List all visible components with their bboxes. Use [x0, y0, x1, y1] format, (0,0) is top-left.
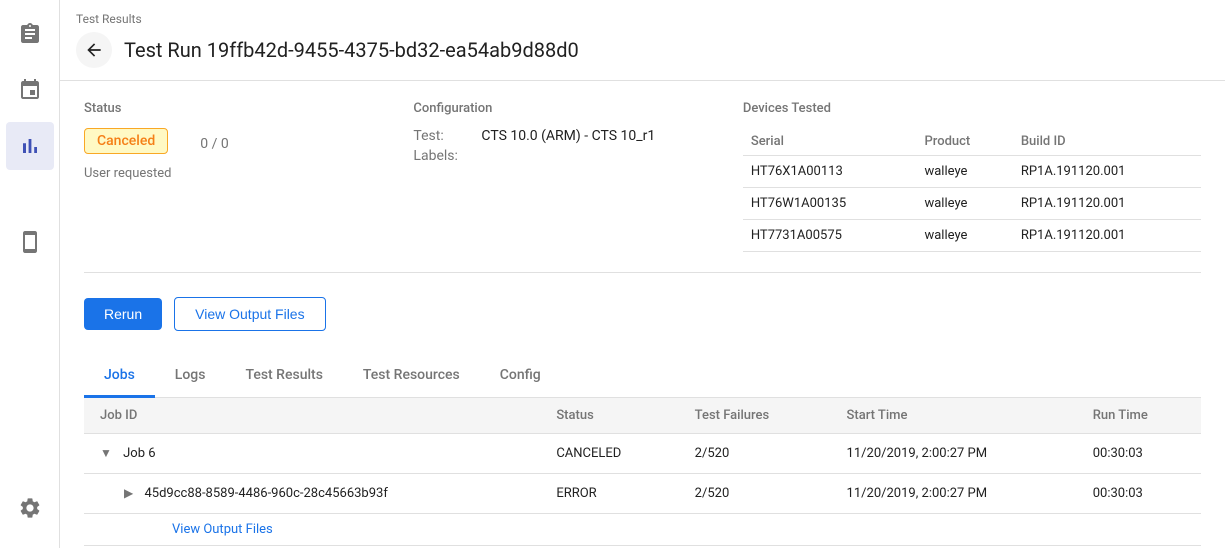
page-title: Test Run 19ffb42d-9455-4375-bd32-ea54ab9… — [124, 38, 579, 62]
config-col: Configuration Test: CTS 10.0 (ARM) - CTS… — [413, 101, 742, 252]
job-failures: 2/520 — [679, 474, 831, 514]
job-run-time: 00:30:03 — [1077, 434, 1201, 474]
device-serial: HT7731A00575 — [743, 220, 917, 252]
devices-table-row: HT76X1A00113 walleye RP1A.191120.001 — [743, 156, 1201, 188]
config-test-key: Test: — [413, 128, 473, 144]
status-sub-text: User requested — [84, 166, 389, 181]
devices-col-build: Build ID — [1013, 128, 1201, 156]
header: Test Results Test Run 19ffb42d-9455-4375… — [60, 0, 1225, 81]
collapse-icon[interactable]: ▼ — [100, 446, 112, 460]
jobs-col-run: Run Time — [1077, 398, 1201, 434]
job-status: CANCELED — [540, 434, 678, 474]
devices-col-serial: Serial — [743, 128, 917, 156]
jobs-col-status: Status — [540, 398, 678, 434]
view-output-row: View Output Files — [84, 514, 1201, 546]
status-badge: Canceled — [84, 128, 168, 154]
jobs-table-row: ▼ Job 6 CANCELED 2/520 11/20/2019, 2:00:… — [84, 434, 1201, 474]
status-col: Status Canceled 0 / 0 User requested — [84, 101, 413, 252]
devices-col: Devices Tested Serial Product Build ID H… — [743, 101, 1201, 252]
config-test-row: Test: CTS 10.0 (ARM) - CTS 10_r1 — [413, 128, 718, 144]
tab-test-results[interactable]: Test Results — [225, 355, 342, 398]
device-product: walleye — [916, 188, 1012, 220]
main-content: Test Results Test Run 19ffb42d-9455-4375… — [60, 0, 1225, 548]
progress-text: 0 / 0 — [200, 136, 228, 152]
job-status: ERROR — [540, 474, 678, 514]
job-id-text: Job 6 — [123, 446, 155, 461]
job-start-time: 11/20/2019, 2:00:27 PM — [831, 474, 1077, 514]
device-product: walleye — [916, 156, 1012, 188]
status-label: Status — [84, 101, 389, 116]
tab-config[interactable]: Config — [480, 355, 561, 398]
sidebar-item-calendar[interactable] — [6, 66, 54, 114]
breadcrumb: Test Results — [76, 12, 1201, 26]
title-row: Test Run 19ffb42d-9455-4375-bd32-ea54ab9… — [76, 32, 1201, 68]
devices-table-row: HT7731A00575 walleye RP1A.191120.001 — [743, 220, 1201, 252]
device-build: RP1A.191120.001 — [1013, 220, 1201, 252]
back-button[interactable] — [76, 32, 112, 68]
devices-table: Serial Product Build ID HT76X1A00113 wal… — [743, 128, 1201, 252]
view-output-files-link[interactable]: View Output Files — [84, 514, 289, 545]
rerun-button[interactable]: Rerun — [84, 298, 162, 330]
tab-test-resources[interactable]: Test Resources — [343, 355, 480, 398]
device-product: walleye — [916, 220, 1012, 252]
device-build: RP1A.191120.001 — [1013, 156, 1201, 188]
devices-table-row: HT76W1A00135 walleye RP1A.191120.001 — [743, 188, 1201, 220]
tab-jobs[interactable]: Jobs — [84, 355, 155, 398]
jobs-col-failures: Test Failures — [679, 398, 831, 434]
config-labels-key: Labels: — [413, 148, 473, 164]
sidebar-item-settings[interactable] — [6, 484, 54, 532]
content-area: Status Canceled 0 / 0 User requested Con… — [60, 81, 1225, 548]
tabs-bar: Jobs Logs Test Results Test Resources Co… — [84, 355, 1201, 398]
sidebar-item-chart[interactable] — [6, 122, 54, 170]
tab-logs[interactable]: Logs — [155, 355, 226, 398]
device-build: RP1A.191120.001 — [1013, 188, 1201, 220]
jobs-col-start: Start Time — [831, 398, 1077, 434]
device-serial: HT76W1A00135 — [743, 188, 917, 220]
device-serial: HT76X1A00113 — [743, 156, 917, 188]
view-output-button[interactable]: View Output Files — [174, 297, 325, 331]
job-id-cell: ▼ Job 6 — [84, 434, 540, 474]
jobs-table-row: ▶ 45d9cc88-8589-4486-960c-28c45663b93f E… — [84, 474, 1201, 514]
collapse-icon[interactable]: ▶ — [124, 486, 133, 500]
job-run-time: 00:30:03 — [1077, 474, 1201, 514]
job-id-cell: ▶ 45d9cc88-8589-4486-960c-28c45663b93f — [84, 474, 540, 514]
devices-header-row: Serial Product Build ID — [743, 128, 1201, 156]
config-labels-row: Labels: — [413, 148, 718, 164]
jobs-header-row: Job ID Status Test Failures Start Time R… — [84, 398, 1201, 434]
sidebar — [0, 0, 60, 548]
job-failures: 2/520 — [679, 434, 831, 474]
job-id-text: 45d9cc88-8589-4486-960c-28c45663b93f — [144, 486, 387, 501]
job-start-time: 11/20/2019, 2:00:27 PM — [831, 434, 1077, 474]
devices-label: Devices Tested — [743, 101, 1201, 116]
jobs-table: Job ID Status Test Failures Start Time R… — [84, 398, 1201, 546]
sidebar-item-phone[interactable] — [6, 218, 54, 266]
config-label: Configuration — [413, 101, 718, 116]
config-test-val: CTS 10.0 (ARM) - CTS 10_r1 — [481, 128, 655, 144]
devices-col-product: Product — [916, 128, 1012, 156]
action-row: Rerun View Output Files — [84, 297, 1201, 331]
jobs-col-id: Job ID — [84, 398, 540, 434]
sidebar-item-clipboard[interactable] — [6, 10, 54, 58]
info-section: Status Canceled 0 / 0 User requested Con… — [84, 101, 1201, 273]
